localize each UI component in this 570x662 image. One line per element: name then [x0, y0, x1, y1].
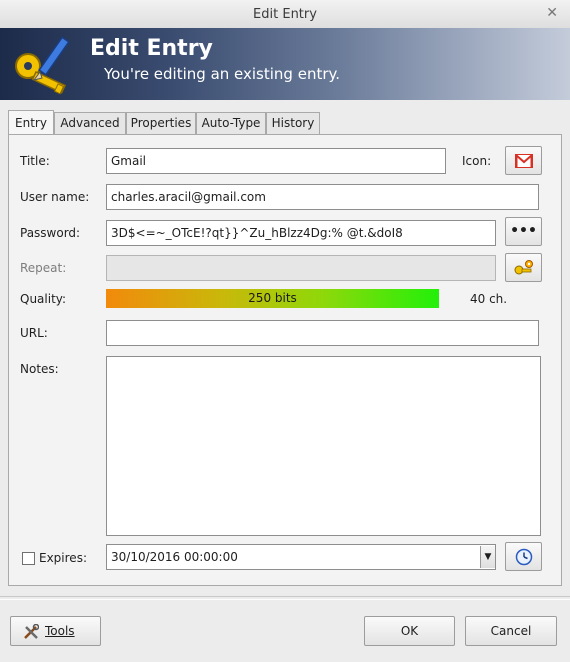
close-icon[interactable]: ✕	[546, 5, 558, 21]
repeat-label: Repeat:	[20, 261, 67, 275]
notes-label: Notes:	[20, 362, 59, 376]
tab-history[interactable]: History	[266, 112, 320, 134]
quality-bar: 250 bits	[106, 289, 439, 308]
tab-advanced[interactable]: Advanced	[54, 112, 126, 134]
password-generator-button[interactable]	[505, 253, 542, 282]
show-password-button[interactable]: •••	[505, 217, 542, 246]
username-input[interactable]: charles.aracil@gmail.com	[106, 184, 539, 210]
tools-button[interactable]: Tools	[10, 616, 101, 646]
chevron-down-icon[interactable]: ▼	[480, 546, 495, 568]
edit-entry-window: Edit Entry ✕ Edit Entry You're editing a…	[0, 0, 570, 662]
repeat-input[interactable]	[106, 255, 496, 281]
password-input[interactable]: 3D$<=~_OTcE!?qt}}^Zu_hBlzz4Dg:% @t.&doI8	[106, 220, 496, 246]
tools-button-label: Tools	[45, 624, 75, 638]
expiry-presets-button[interactable]	[505, 542, 542, 571]
clock-icon	[515, 548, 532, 566]
url-input[interactable]	[106, 320, 539, 346]
title-input[interactable]: Gmail	[106, 148, 446, 174]
icon-button[interactable]	[505, 146, 542, 175]
tab-properties[interactable]: Properties	[126, 112, 196, 134]
quality-label: Quality:	[20, 292, 67, 306]
key-pen-icon	[15, 36, 70, 95]
banner-subtitle: You're editing an existing entry.	[104, 65, 341, 83]
window-title: Edit Entry	[253, 7, 317, 22]
icon-label: Icon:	[462, 154, 492, 168]
expires-label: Expires:	[39, 551, 87, 565]
tab-entry[interactable]: Entry	[8, 110, 54, 134]
banner-title: Edit Entry	[90, 36, 213, 61]
expires-datetime-input[interactable]: 30/10/2016 00:00:00	[106, 544, 496, 570]
footer-divider	[0, 596, 570, 600]
gmail-icon	[514, 154, 533, 168]
username-label: User name:	[20, 190, 90, 204]
header-banner: Edit Entry You're editing an existing en…	[0, 28, 570, 100]
ok-button[interactable]: OK	[364, 616, 455, 646]
tab-auto-type[interactable]: Auto-Type	[196, 112, 266, 134]
expires-checkbox[interactable]	[22, 552, 35, 565]
tools-icon	[24, 624, 39, 639]
notes-textarea[interactable]	[106, 356, 541, 536]
url-label: URL:	[20, 326, 48, 340]
password-label: Password:	[20, 226, 81, 240]
cancel-button[interactable]: Cancel	[465, 616, 557, 646]
title-bar: Edit Entry ✕	[0, 0, 570, 29]
key-gear-icon	[514, 260, 533, 275]
title-label: Title:	[20, 154, 50, 168]
quality-chars: 40 ch.	[470, 292, 508, 306]
